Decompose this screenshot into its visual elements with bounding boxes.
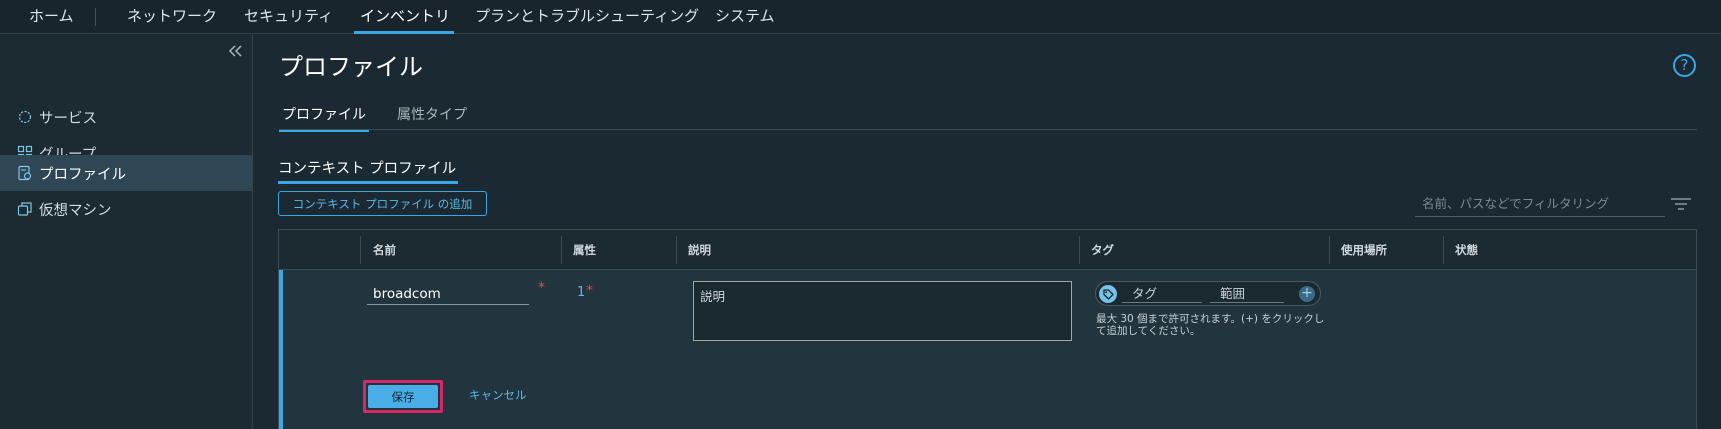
top-navigation: ホーム ネットワーク セキュリティ インベントリ プランとトラブルシューティング… — [0, 0, 1721, 34]
profile-icon — [18, 165, 32, 181]
tab-profiles[interactable]: プロファイル — [279, 104, 369, 132]
cancel-button[interactable]: キャンセル — [469, 387, 527, 403]
attribute-count-link[interactable]: 1 — [577, 285, 585, 300]
scope-input[interactable] — [1210, 284, 1284, 303]
column-header-name[interactable]: 名前 — [361, 230, 396, 270]
nav-network[interactable]: ネットワーク — [127, 0, 217, 34]
sidebar-item-label: サービス — [39, 110, 97, 127]
nav-home[interactable]: ホーム — [29, 0, 74, 34]
column-header-description[interactable]: 説明 — [676, 230, 711, 270]
required-marker: * — [586, 283, 593, 299]
sidebar-item-virtual-machines[interactable]: 仮想マシン — [0, 191, 252, 227]
required-marker: * — [538, 280, 545, 296]
profiles-table: 名前 属性 説明 タグ 使用場所 状態 * 1 * + 最大 30 個まで許可さ… — [278, 229, 1697, 429]
description-textarea[interactable] — [693, 281, 1072, 341]
tab-attribute-types[interactable]: 属性タイプ — [397, 104, 467, 130]
nav-plan-troubleshooting[interactable]: プランとトラブルシューティング — [475, 0, 699, 34]
section-title: コンテキスト プロファイル — [278, 157, 459, 184]
column-header-status[interactable]: 状態 — [1443, 230, 1478, 270]
nav-inventory[interactable]: インベントリ — [353, 0, 455, 34]
filter-input[interactable] — [1415, 191, 1665, 217]
add-tag-icon[interactable]: + — [1299, 286, 1315, 302]
nav-security[interactable]: セキュリティ — [244, 0, 333, 34]
profile-name-input[interactable] — [367, 283, 529, 305]
tag-icon — [1099, 285, 1117, 303]
column-header-attribute[interactable]: 属性 — [561, 230, 596, 270]
add-context-profile-button[interactable]: コンテキスト プロファイル の追加 — [278, 191, 487, 216]
table-row-editing: * 1 * + 最大 30 個まで許可されます。(+) をクリックして追加してく… — [279, 270, 1696, 429]
sidebar-item-label: 仮想マシン — [39, 202, 112, 219]
save-button[interactable]: 保存 — [368, 385, 438, 408]
service-icon — [18, 110, 32, 124]
sidebar-item-services[interactable]: サービス — [0, 99, 252, 135]
tag-input[interactable] — [1122, 284, 1202, 303]
help-icon[interactable]: ? — [1673, 54, 1696, 77]
page-title: プロファイル — [279, 53, 423, 81]
column-header-used-in[interactable]: 使用場所 — [1329, 230, 1387, 270]
nav-system[interactable]: システム — [715, 0, 775, 34]
virtual-machine-icon — [17, 202, 32, 216]
sidebar: サービス グループ プロファイル 仮想マシン — [0, 34, 253, 429]
sidebar-item-profiles[interactable]: プロファイル — [0, 155, 252, 191]
tag-hint-text: 最大 30 個まで許可されます。(+) をクリックして追加してください。 — [1096, 313, 1325, 337]
tabs-divider — [279, 129, 1697, 130]
column-header-tags[interactable]: タグ — [1079, 230, 1114, 270]
nav-divider — [95, 8, 96, 26]
tag-editor: + — [1095, 281, 1321, 306]
filter-icon[interactable] — [1670, 197, 1692, 211]
collapse-sidebar-icon[interactable] — [226, 42, 244, 60]
table-header: 名前 属性 説明 タグ 使用場所 状態 — [279, 230, 1696, 270]
sidebar-item-label: プロファイル — [39, 166, 126, 183]
